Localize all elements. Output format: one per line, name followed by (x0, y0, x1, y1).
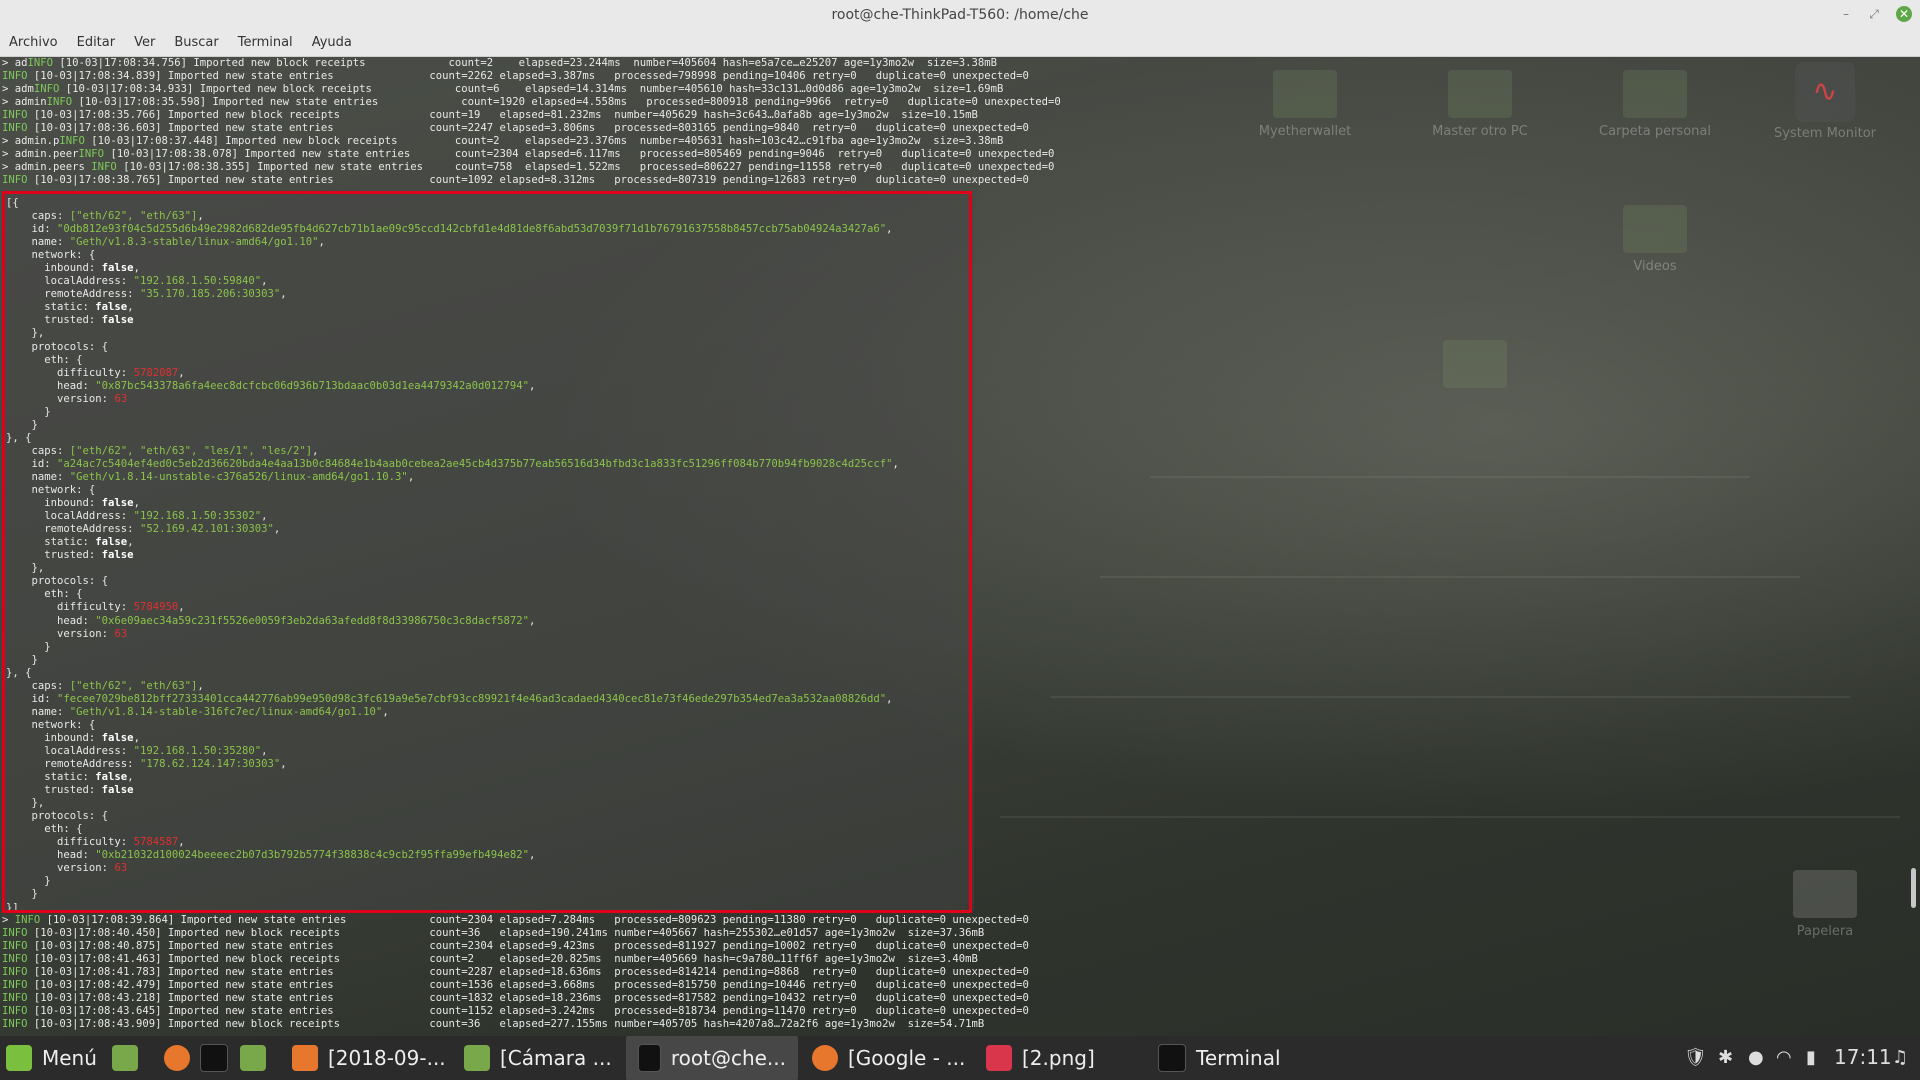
desktop-icon-videos[interactable]: Videos (1580, 205, 1730, 274)
red-highlight-box (2, 191, 972, 913)
shield-icon[interactable]: 🛡 (1684, 1047, 1707, 1068)
terminal-log-top: > adINFO [10-03|17:08:34.756] Imported n… (2, 57, 1061, 187)
task-label: [Google - ... (848, 1046, 966, 1070)
trash-icon (1793, 870, 1857, 918)
task-window-3[interactable]: root@che... (626, 1036, 798, 1080)
folder-icon (1273, 70, 1337, 118)
log-line: INFO [10-03|17:08:41.463] Imported new b… (2, 953, 978, 965)
menu-archivo[interactable]: Archivo (0, 30, 68, 50)
desktop-icon-papelera[interactable]: Papelera (1750, 870, 1900, 939)
task-label: [2.png] (1022, 1046, 1095, 1070)
folder-icon (464, 1045, 490, 1071)
menu-buscar[interactable]: Buscar (165, 30, 228, 50)
log-line: > admINFO [10-03|17:08:34.933] Imported … (2, 83, 1004, 95)
launcher-firefox[interactable] (164, 1036, 200, 1080)
task-label: Terminal (1196, 1046, 1281, 1070)
wallpaper-terrace (1000, 816, 1900, 818)
log-line: > admin.peers INFO [10-03|17:08:38.355] … (2, 161, 1055, 173)
menu-terminal[interactable]: Terminal (229, 30, 303, 50)
desktop-icon-label: Carpeta personal (1599, 124, 1711, 139)
desktop-icon-myetherwallet[interactable]: Myetherwallet (1230, 70, 1380, 139)
wallpaper-terrace (1150, 476, 1750, 478)
log-line: INFO [10-03|17:08:43.218] Imported new s… (2, 992, 1029, 1004)
menu-editar[interactable]: Editar (68, 30, 126, 50)
task-label: root@che... (670, 1046, 786, 1070)
start-menu-button[interactable]: Menú (6, 1036, 97, 1080)
log-line: > admin.peerINFO [10-03|17:08:38.078] Im… (2, 148, 1055, 160)
log-line: INFO [10-03|17:08:43.909] Imported new b… (2, 1018, 985, 1030)
window-title: root@che-ThinkPad-T560: /home/che (831, 7, 1089, 23)
maximize-icon[interactable]: ⤢ (1864, 4, 1884, 24)
log-line: INFO [10-03|17:08:34.839] Imported new s… (2, 70, 1029, 82)
wallpaper-terrace (1100, 576, 1800, 578)
desktop-icon-label: Master otro PC (1432, 124, 1528, 139)
menu-ayuda[interactable]: Ayuda (303, 30, 362, 50)
log-line: INFO [10-03|17:08:35.766] Imported new b… (2, 109, 978, 121)
taskbar: Menú [2018-09-... [Cámara ... root@che..… (0, 1036, 1920, 1080)
menu-ver[interactable]: Ver (125, 30, 165, 50)
log-line: INFO [10-03|17:08:42.479] Imported new s… (2, 979, 1029, 991)
folder-icon (1623, 205, 1687, 253)
user-icon[interactable]: ● (1748, 1047, 1764, 1068)
wallpaper-terrace (1050, 696, 1850, 698)
task-window-4[interactable]: [Google - ... (800, 1036, 977, 1080)
task-label: [Cámara ... (500, 1046, 612, 1070)
desktop-icon-folder[interactable] (1400, 340, 1550, 394)
desktop-icon-master-otro-pc[interactable]: Master otro PC (1405, 70, 1555, 139)
log-line: INFO [10-03|17:08:40.450] Imported new b… (2, 927, 985, 939)
sound-icon[interactable]: ♫ (1892, 1047, 1908, 1068)
log-line: > adINFO [10-03|17:08:34.756] Imported n… (2, 57, 997, 69)
terminal-icon (200, 1044, 228, 1072)
terminal-log-bottom: > INFO [10-03|17:08:39.864] Imported new… (2, 914, 1029, 1031)
bluetooth-icon[interactable]: ✱ (1718, 1047, 1733, 1068)
wifi-icon[interactable]: ◠ (1776, 1047, 1792, 1068)
system-monitor-icon: ∿ (1795, 62, 1855, 122)
task-window-5[interactable]: [2.png] (974, 1036, 1107, 1080)
log-line: INFO [10-03|17:08:36.603] Imported new s… (2, 122, 1029, 134)
terminal-icon (1158, 1044, 1186, 1072)
menu-bar: Archivo Editar Ver Buscar Terminal Ayuda (0, 30, 1920, 57)
launcher-folder[interactable] (240, 1036, 276, 1080)
folder-icon (1448, 70, 1512, 118)
folder-icon (112, 1045, 138, 1071)
task-label: [2018-09-... (328, 1046, 446, 1070)
media-player-icon (292, 1045, 318, 1071)
task-window-6[interactable]: Terminal (1146, 1036, 1293, 1080)
launcher-terminal[interactable] (200, 1036, 238, 1080)
log-line: > INFO [10-03|17:08:39.864] Imported new… (2, 914, 1029, 926)
terminal-icon (638, 1044, 661, 1072)
image-viewer-icon (986, 1045, 1012, 1071)
task-window-2[interactable]: [Cámara ... (452, 1036, 624, 1080)
task-window-1[interactable]: [2018-09-... (280, 1036, 458, 1080)
firefox-icon (164, 1045, 190, 1071)
folder-icon (240, 1045, 266, 1071)
mint-logo-icon (6, 1045, 32, 1071)
log-line: INFO [10-03|17:08:43.645] Imported new s… (2, 1005, 1029, 1017)
log-line: > admin.pINFO [10-03|17:08:37.448] Impor… (2, 135, 1004, 147)
desktop-icon-label: System Monitor (1773, 126, 1877, 141)
desktop-icon-label: Papelera (1796, 924, 1854, 939)
firefox-icon (812, 1045, 838, 1071)
menu-label: Menú (42, 1046, 97, 1070)
terminal-scrollbar[interactable] (1911, 868, 1916, 908)
launcher-files[interactable] (112, 1036, 148, 1080)
desktop-icon-label: Videos (1633, 259, 1677, 274)
minimize-icon[interactable]: – (1836, 4, 1856, 24)
window-titlebar[interactable]: root@che-ThinkPad-T560: /home/che – ⤢ ✕ (0, 0, 1920, 30)
log-line: INFO [10-03|17:08:41.783] Imported new s… (2, 966, 1029, 978)
close-icon[interactable]: ✕ (1896, 6, 1912, 22)
folder-icon (1443, 340, 1507, 388)
clock[interactable]: 17:11 (1834, 1045, 1892, 1069)
log-line: INFO [10-03|17:08:40.875] Imported new s… (2, 940, 1029, 952)
log-line: INFO [10-03|17:08:38.765] Imported new s… (2, 174, 1029, 186)
desktop-icon-system-monitor[interactable]: ∿ System Monitor (1750, 62, 1900, 141)
folder-icon (1623, 70, 1687, 118)
battery-icon[interactable]: ▮ (1806, 1047, 1816, 1068)
desktop-icon-label: Myetherwallet (1258, 124, 1352, 139)
desktop-icon-carpeta-personal[interactable]: Carpeta personal (1580, 70, 1730, 139)
log-line: > adminINFO [10-03|17:08:35.598] Importe… (2, 96, 1061, 108)
